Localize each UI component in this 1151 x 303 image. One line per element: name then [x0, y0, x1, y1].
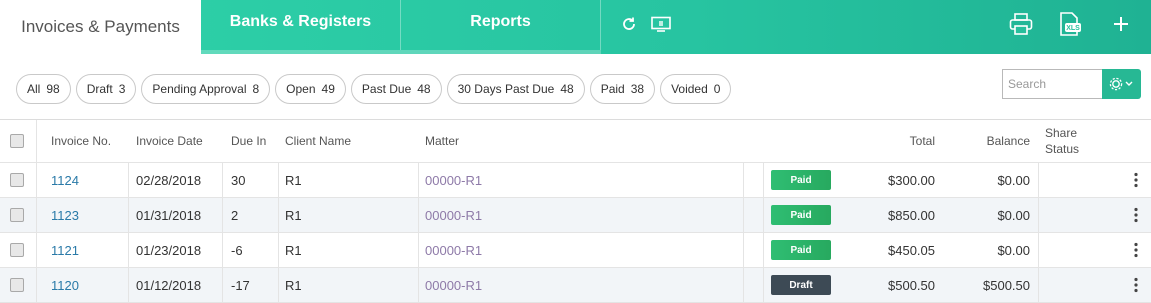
balance-amount: $500.50	[983, 277, 1030, 293]
due-in: 2	[231, 207, 239, 223]
matter-link[interactable]: 00000-R1	[425, 198, 482, 232]
filter-count: 98	[46, 82, 60, 96]
matter-link[interactable]: 00000-R1	[425, 233, 482, 267]
filter-count: 8	[252, 82, 260, 96]
filter-all[interactable]: All 98	[16, 74, 71, 104]
invoice-date: 01/12/2018	[136, 277, 202, 293]
due-in: -17	[231, 277, 250, 293]
balance-amount: $0.00	[997, 172, 1030, 188]
row-checkbox[interactable]	[10, 208, 24, 222]
matter-link[interactable]: 00000-R1	[425, 268, 482, 302]
invoices-table: Invoice No. Invoice Date Due In Client N…	[0, 119, 1151, 303]
print-icon[interactable]	[1009, 12, 1033, 36]
status-badge: Paid	[771, 205, 831, 225]
filter-voided[interactable]: Voided 0	[660, 74, 732, 104]
filter-open[interactable]: Open 49	[275, 74, 346, 104]
status-badge: Draft	[771, 275, 831, 295]
filter-pending-approval[interactable]: Pending Approval 8	[141, 74, 271, 104]
col-matter[interactable]: Matter	[425, 120, 459, 162]
filter-past-due[interactable]: Past Due 48	[350, 74, 442, 104]
tab-banks-registers[interactable]: Banks & Registers	[201, 0, 401, 50]
invoice-date: 02/28/2018	[136, 172, 202, 188]
tab-reports[interactable]: Reports	[401, 0, 601, 50]
filter-label: 30 Days Past Due	[457, 82, 555, 96]
search-input[interactable]: Search	[1002, 69, 1102, 99]
balance-amount: $0.00	[997, 207, 1030, 223]
add-icon[interactable]	[1109, 12, 1133, 36]
filter-count: 38	[630, 82, 645, 96]
row-menu-icon[interactable]	[1133, 268, 1139, 302]
col-total[interactable]: Total	[860, 120, 935, 162]
invoice-number-link[interactable]: 1124	[51, 163, 79, 197]
col-share-status-line1: Share	[1045, 126, 1078, 140]
col-due-in[interactable]: Due In	[231, 120, 266, 162]
col-invoice-no[interactable]: Invoice No.	[51, 120, 111, 162]
tab-underline	[201, 50, 601, 54]
balance-amount: $0.00	[997, 242, 1030, 258]
xls-export-icon[interactable]: XLS	[1058, 12, 1082, 36]
gear-icon	[1109, 77, 1132, 91]
matter-link[interactable]: 00000-R1	[425, 163, 482, 197]
filter-count: 3	[118, 82, 126, 96]
row-menu-icon[interactable]	[1133, 233, 1139, 267]
table-header: Invoice No. Invoice Date Due In Client N…	[0, 120, 1151, 163]
col-share-status-line2: Status	[1045, 142, 1080, 156]
invoice-number-link[interactable]: 1121	[51, 233, 79, 267]
table-row[interactable]: 1121 01/23/2018 -6 R1 00000-R1 Paid $450…	[0, 233, 1151, 268]
filter-count: 49	[321, 82, 335, 96]
filter-count: 0	[713, 82, 721, 96]
col-balance[interactable]: Balance	[955, 120, 1030, 162]
client-name: R1	[285, 277, 302, 293]
filter-label: All	[27, 82, 41, 96]
row-checkbox[interactable]	[10, 243, 24, 257]
table-row[interactable]: 1124 02/28/2018 30 R1 00000-R1 Paid $300…	[0, 163, 1151, 198]
filter-label: Voided	[671, 82, 708, 96]
client-name: R1	[285, 242, 302, 258]
row-menu-icon[interactable]	[1133, 198, 1139, 232]
filter-label: Paid	[600, 82, 625, 96]
row-checkbox[interactable]	[10, 173, 24, 187]
total-amount: $300.00	[888, 172, 935, 188]
col-client-name[interactable]: Client Name	[285, 120, 351, 162]
tab-invoices-payments[interactable]: Invoices & Payments	[0, 0, 201, 54]
refresh-icon[interactable]	[617, 12, 641, 36]
due-in: -6	[231, 242, 243, 258]
svg-text:XLS: XLS	[1066, 25, 1080, 32]
filter-label: Open	[286, 82, 316, 96]
filter-30-days-past-due[interactable]: 30 Days Past Due 48	[446, 74, 585, 104]
total-amount: $500.50	[888, 277, 935, 293]
col-invoice-date[interactable]: Invoice Date	[136, 120, 203, 162]
filter-count: 48	[417, 82, 431, 96]
client-name: R1	[285, 172, 302, 188]
col-share-status[interactable]: Share Status	[1045, 120, 1079, 162]
filter-draft[interactable]: Draft 3	[75, 74, 137, 104]
screen-icon[interactable]	[649, 12, 673, 36]
status-badge: Paid	[771, 240, 831, 260]
invoice-number-link[interactable]: 1120	[51, 268, 79, 302]
table-row[interactable]: 1123 01/31/2018 2 R1 00000-R1 Paid $850.…	[0, 198, 1151, 233]
top-nav-bar: Invoices & Payments Banks & Registers Re…	[0, 0, 1151, 54]
filter-count: 48	[560, 82, 574, 96]
filter-label: Draft	[86, 82, 113, 96]
invoice-date: 01/31/2018	[136, 207, 202, 223]
select-all-checkbox[interactable]	[10, 134, 24, 148]
settings-dropdown-button[interactable]	[1102, 69, 1141, 99]
row-checkbox[interactable]	[10, 278, 24, 292]
total-amount: $850.00	[888, 207, 935, 223]
total-amount: $450.05	[888, 242, 935, 258]
due-in: 30	[231, 172, 246, 188]
filter-label: Pending Approval	[152, 82, 247, 96]
client-name: R1	[285, 207, 302, 223]
filter-label: Past Due	[361, 82, 412, 96]
status-filter-bar: All 98 Draft 3 Pending Approval 8 Open 49 Pa…	[16, 74, 732, 104]
filter-paid[interactable]: Paid 38	[589, 74, 656, 104]
invoice-date: 01/23/2018	[136, 242, 202, 258]
status-badge: Paid	[771, 170, 831, 190]
row-menu-icon[interactable]	[1133, 163, 1139, 197]
invoice-number-link[interactable]: 1123	[51, 198, 79, 232]
